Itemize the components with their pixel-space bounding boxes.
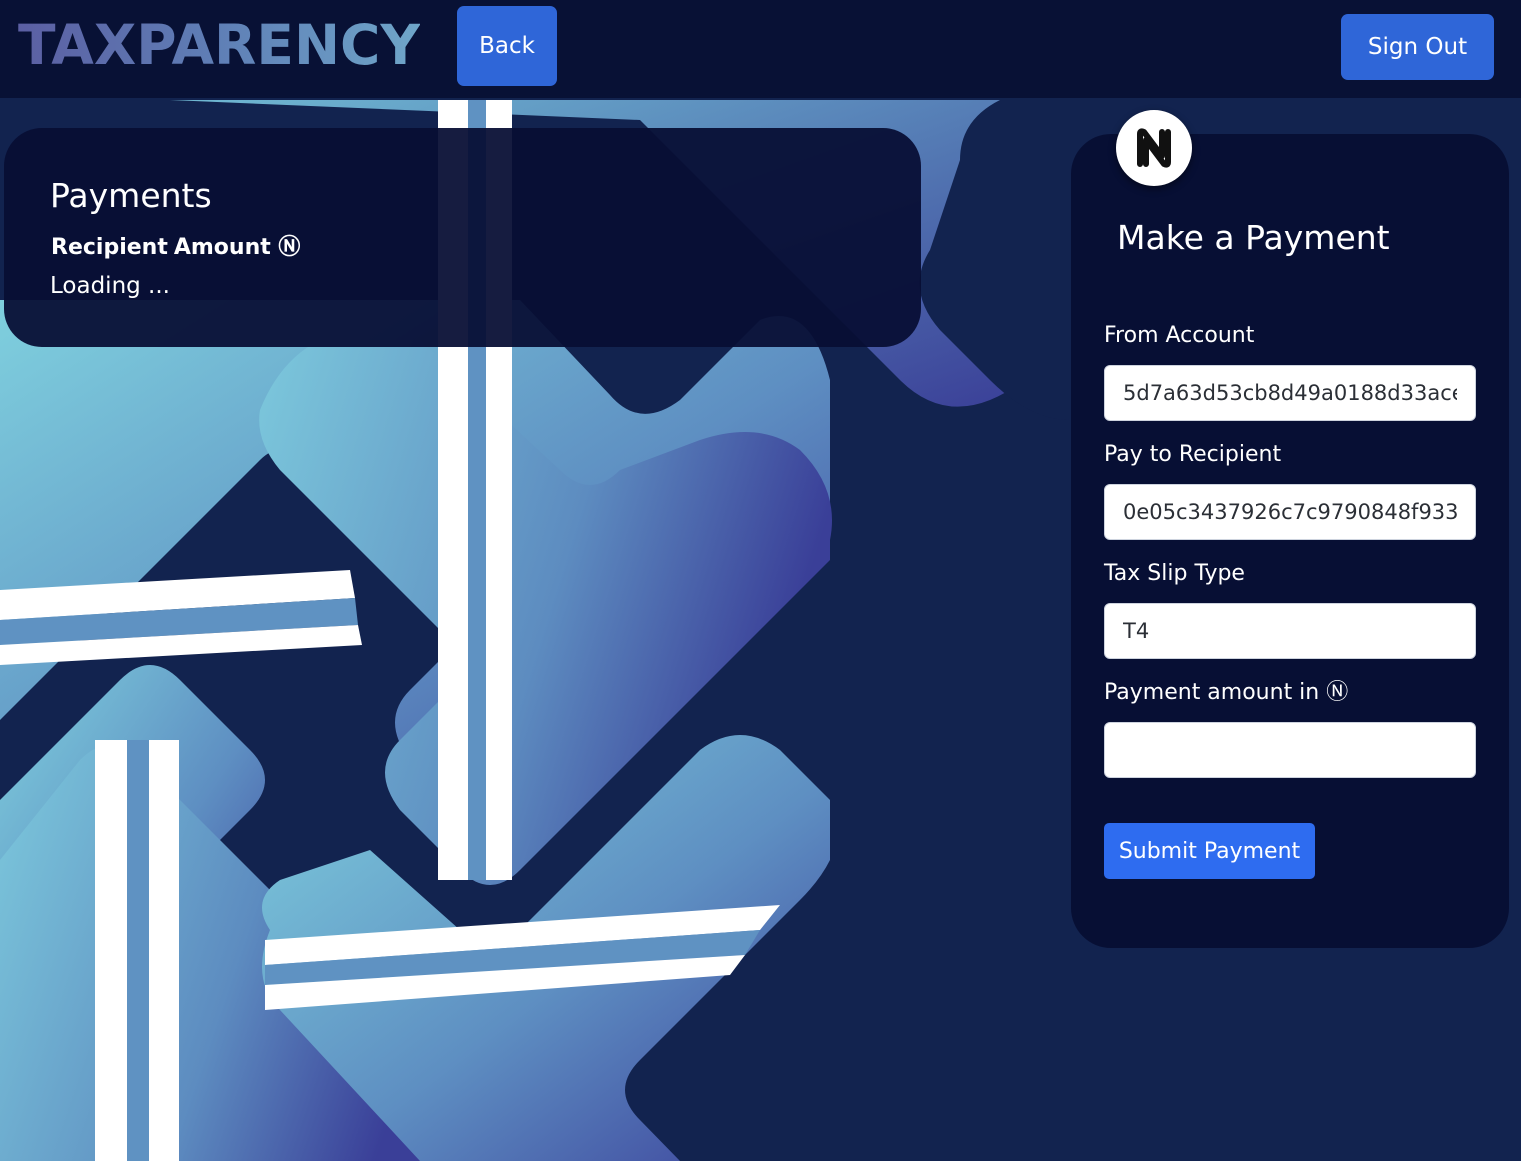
payments-loading-text: Loading ... xyxy=(50,273,170,299)
make-payment-title: Make a Payment xyxy=(1117,218,1390,257)
column-header-recipient: Recipient xyxy=(51,235,168,260)
from-account-input[interactable] xyxy=(1104,365,1476,421)
payments-table-header: Recipient Amount Ⓝ xyxy=(51,233,300,263)
column-header-amount: Amount Ⓝ xyxy=(173,235,301,260)
tax-slip-type-label: Tax Slip Type xyxy=(1104,561,1245,586)
submit-payment-button[interactable]: Submit Payment xyxy=(1104,823,1315,879)
sign-out-button[interactable]: Sign Out xyxy=(1341,14,1494,80)
near-logo-badge xyxy=(1116,110,1192,186)
back-button[interactable]: Back xyxy=(457,6,557,86)
near-protocol-icon xyxy=(1137,128,1171,168)
recipient-input[interactable] xyxy=(1104,484,1476,540)
from-account-label: From Account xyxy=(1104,323,1255,348)
payment-amount-label: Payment amount in Ⓝ xyxy=(1104,680,1349,705)
payments-title: Payments xyxy=(50,176,212,215)
make-payment-card: Make a Payment From Account Pay to Recip… xyxy=(1071,134,1509,948)
top-navbar: TAXPARENCY Back Sign Out xyxy=(0,0,1521,98)
recipient-label: Pay to Recipient xyxy=(1104,442,1282,467)
app-logo[interactable]: TAXPARENCY xyxy=(18,12,420,78)
payment-amount-input[interactable] xyxy=(1104,722,1476,778)
tax-slip-type-input[interactable] xyxy=(1104,603,1476,659)
payments-card: Payments Recipient Amount Ⓝ Loading ... xyxy=(4,128,921,347)
